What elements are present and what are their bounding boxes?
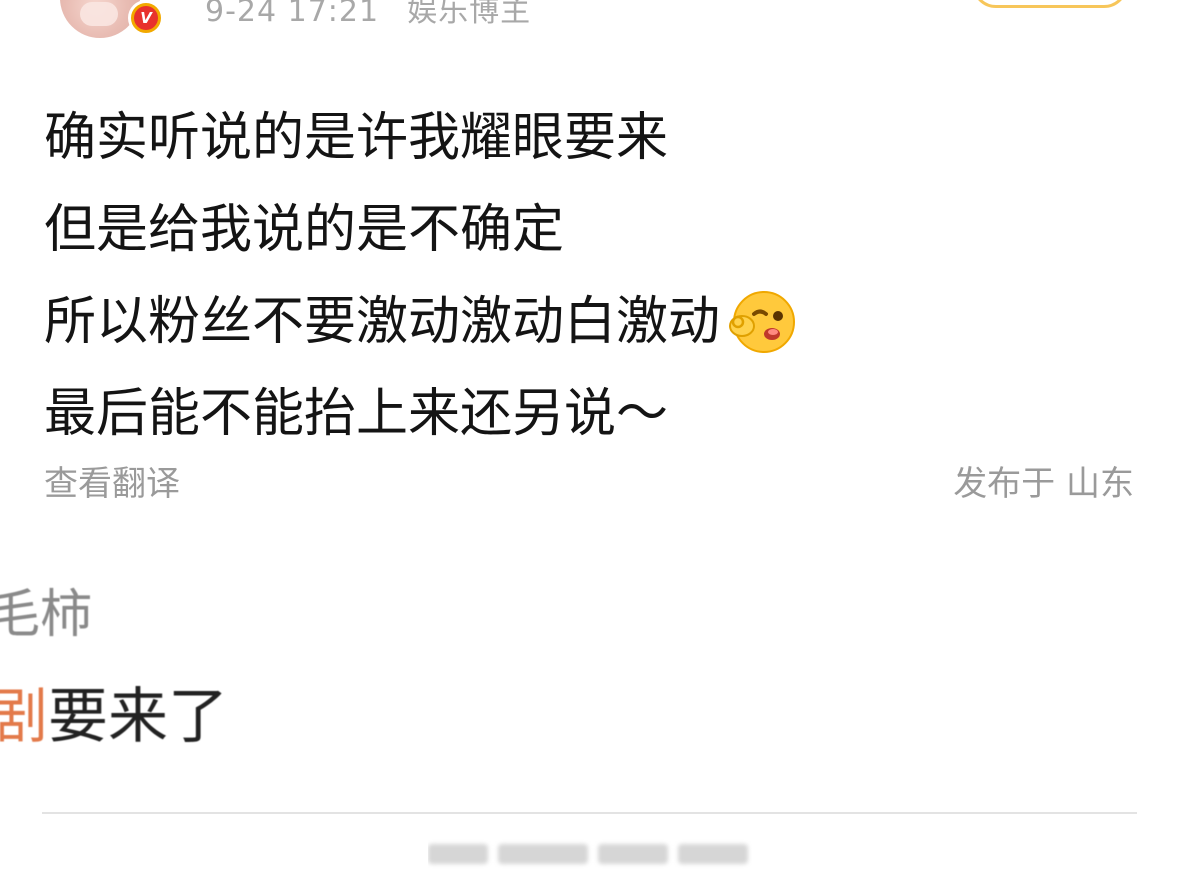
comment-text: 剧要来了 (0, 668, 228, 755)
blurred-watermark (428, 836, 752, 870)
watermark-bar (598, 844, 668, 864)
comment-body: 要来了 (48, 682, 228, 752)
post-timestamp: 9-24 17:21 (205, 0, 380, 29)
post-line-text: 所以粉丝不要激动激动白激动 (44, 292, 721, 352)
post-content: 确实听说的是许我耀眼要来 但是给我说的是不确定 所以粉丝不要激动激动白激动 最后… (44, 92, 1134, 460)
post-meta: 9-24 17:21 娱乐博主 (205, 0, 531, 30)
comment-username[interactable]: 毛柿 (0, 572, 92, 647)
post-line: 但是给我说的是不确定 (44, 200, 565, 260)
watermark-bar (428, 844, 488, 864)
verified-badge-letter: V (134, 6, 158, 30)
post-line-with-emoji: 所以粉丝不要激动激动白激动 (44, 276, 1134, 368)
post-line: 最后能不能抬上来还另说～ (44, 384, 669, 444)
wink-ok-emoji-icon (724, 286, 796, 358)
avatar-image-detail (80, 2, 118, 26)
watermark-bar (678, 844, 748, 864)
comment-topic-link[interactable]: 剧 (0, 682, 48, 752)
comment-preview[interactable]: 毛柿 剧要来了 (0, 560, 600, 760)
post-location: 发布于 山东 (953, 464, 1134, 504)
post-source: 娱乐博主 (407, 0, 532, 29)
divider (42, 812, 1137, 814)
verified-badge-icon: V (128, 0, 164, 36)
translate-link[interactable]: 查看翻译 (44, 456, 180, 505)
watermark-bar (498, 844, 588, 864)
post-line: 确实听说的是许我耀眼要来 (44, 108, 669, 168)
follow-button[interactable] (972, 0, 1128, 8)
